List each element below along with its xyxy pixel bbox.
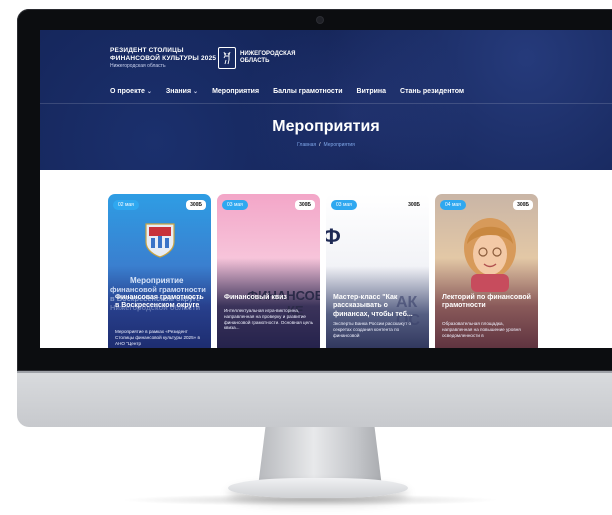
chevron-down-icon: ⌄ [193, 89, 199, 95]
nav-item-label: Мероприятия [212, 88, 260, 95]
card-title: Финансовая грамотность в Воскресенском о… [115, 294, 204, 310]
nav-item-showcase[interactable]: Витрина [357, 88, 387, 95]
date-badge: 03 мая [222, 200, 248, 210]
breadcrumb-home[interactable]: Главная [297, 142, 316, 148]
monitor-chin-divider [17, 371, 612, 373]
price-badge: 300Б [513, 200, 533, 210]
region-label: НИЖЕГОРОДСКАЯ ОБЛАСТЬ [240, 51, 296, 64]
nav-item-literacy-points[interactable]: Баллы грамотности [273, 88, 342, 95]
nav-item-label: Стань резидентом [400, 88, 465, 95]
hero-banner: РЕЗИДЕНТ СТОЛИЦЫ ФИНАНСОВОЙ КУЛЬТУРЫ 202… [40, 30, 612, 170]
event-card[interactable]: ФИНАНСОВ КЕ 03 мая 300Б Финансовый квиз … [217, 194, 320, 348]
camera-icon [317, 17, 323, 23]
region-logo-block[interactable]: НИЖЕГОРОДСКАЯ ОБЛАСТЬ [218, 47, 300, 69]
price-badge: 300Б [186, 200, 206, 210]
card-art-line: Мероприятие [130, 276, 184, 285]
main-nav: О проекте ⌄ Знания ⌄ Мероприятия Баллы г… [110, 88, 464, 95]
brand-title: РЕЗИДЕНТ СТОЛИЦЫ ФИНАНСОВОЙ КУЛЬТУРЫ 202… [110, 47, 217, 62]
breadcrumb-separator: / [319, 142, 321, 148]
nav-item-events[interactable]: Мероприятия [212, 88, 259, 95]
card-title: Мастер-класс "Как рассказывать о финанса… [333, 294, 413, 318]
card-description: Мероприятие в рамках «Резидент Столицы ф… [115, 329, 200, 346]
site-brand[interactable]: РЕЗИДЕНТ СТОЛИЦЫ ФИНАНСОВОЙ КУЛЬТУРЫ 202… [110, 47, 220, 69]
brand-subtitle: Нижегородская область [110, 63, 166, 69]
chevron-down-icon: ⌄ [146, 89, 152, 95]
deer-emblem-icon [218, 47, 236, 69]
card-title: Лекторий по финансовой грамотности [442, 294, 531, 310]
card-title: Финансовый квиз [224, 294, 287, 301]
nav-item-label: О проекте [110, 88, 145, 95]
events-grid: Мероприятие финансовой грамотности в Вос… [108, 194, 588, 348]
event-card[interactable]: Ф АК ОС 03 мая 300Б Мастер-класс "Как ра… [326, 194, 429, 348]
event-card[interactable]: Мероприятие финансовой грамотности в Вос… [108, 194, 211, 348]
date-badge: 03 мая [331, 200, 357, 210]
nav-item-label: Знания [165, 88, 192, 95]
breadcrumb-current: Мероприятия [323, 142, 355, 148]
event-card[interactable]: 04 мая 300Б Лекторий по финансовой грамо… [435, 194, 538, 348]
coat-of-arms-icon [145, 223, 175, 258]
card-art-line: Ф [326, 224, 341, 249]
nav-item-knowledge[interactable]: Знания ⌄ [166, 88, 198, 95]
nav-item-about[interactable]: О проекте ⌄ [110, 88, 152, 95]
date-badge: 02 мая [113, 200, 139, 210]
price-badge: 300Б [295, 200, 315, 210]
card-art-line: финансовой грамотности [110, 285, 206, 294]
card-description: Эксперты Банка России расскажут о секрет… [333, 321, 412, 338]
monitor-base [228, 478, 408, 498]
website-screen: РЕЗИДЕНТ СТОЛИЦЫ ФИНАНСОВОЙ КУЛЬТУРЫ 202… [40, 30, 612, 348]
page-title: Мероприятия [272, 118, 380, 135]
nav-divider [40, 103, 612, 104]
nav-item-become-resident[interactable]: Стань резидентом [400, 88, 464, 95]
card-photo [464, 218, 516, 292]
nav-item-label: Витрина [356, 88, 387, 95]
card-description: Образовательная площадка, направленная н… [442, 321, 521, 338]
monitor-chin [17, 371, 612, 427]
date-badge: 04 мая [440, 200, 466, 210]
breadcrumb: Главная / Мероприятия [40, 142, 612, 148]
nav-item-label: Баллы грамотности [273, 88, 343, 95]
card-description: Интеллектуальная игра-викторина, направл… [224, 308, 314, 331]
price-badge: 300Б [408, 202, 420, 208]
